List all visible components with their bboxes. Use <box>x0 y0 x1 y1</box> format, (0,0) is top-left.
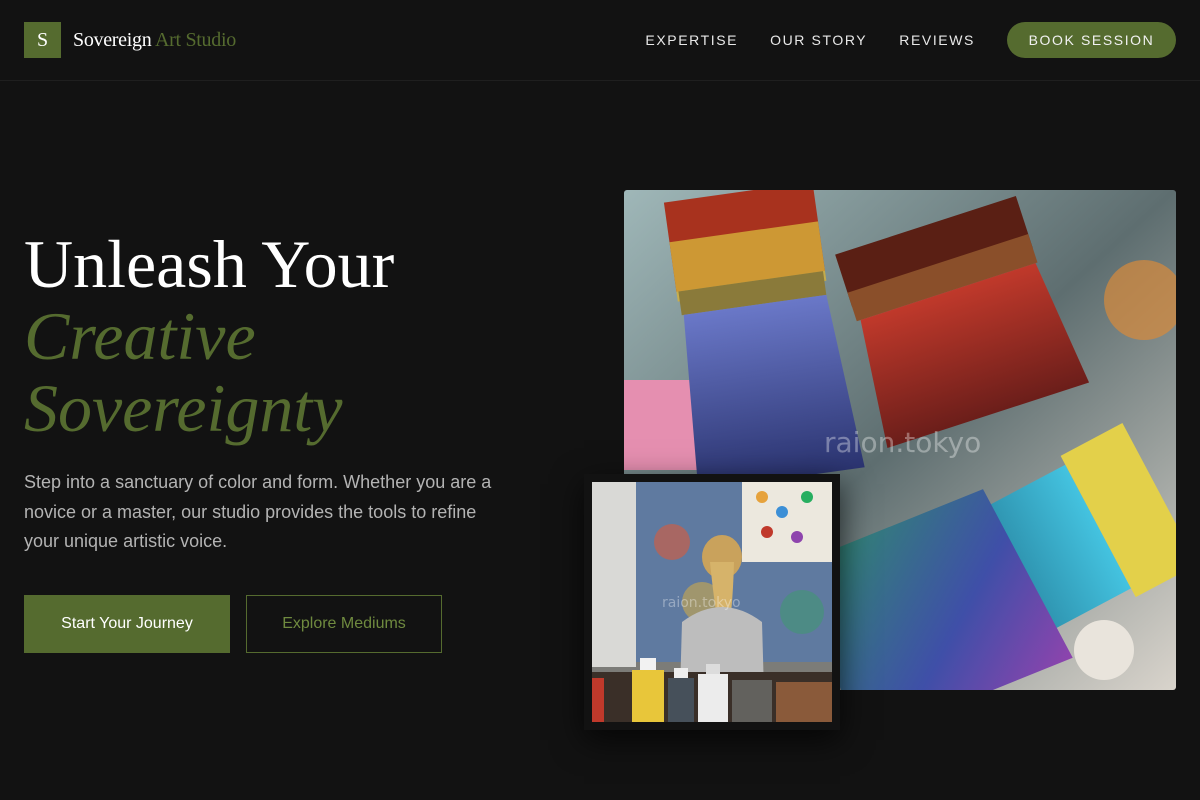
logo-name-primary: Sovereign <box>73 28 152 51</box>
main-image-watermark: raion.tokyo <box>824 426 981 459</box>
hero-title-line1: Unleash Your <box>24 226 395 302</box>
hero-title: Unleash Your Creative Sovereignty <box>24 228 584 444</box>
logo-name-accent: Art Studio <box>155 28 236 51</box>
logo[interactable]: S Sovereign Art Studio <box>24 22 236 58</box>
book-session-button[interactable]: BOOK SESSION <box>1007 22 1176 58</box>
hero-title-line3: Sovereignty <box>24 370 343 446</box>
logo-text: Sovereign Art Studio <box>73 29 236 52</box>
small-image-watermark: raion.tokyo <box>662 595 741 611</box>
child-painting-image: raion.tokyo <box>592 482 832 722</box>
site-header: S Sovereign Art Studio EXPERTISE OUR STO… <box>0 0 1200 81</box>
nav-link-reviews[interactable]: REVIEWS <box>899 32 975 48</box>
logo-mark: S <box>24 22 61 58</box>
hero-title-line2: Creative <box>24 298 256 374</box>
explore-mediums-button[interactable]: Explore Mediums <box>246 595 442 653</box>
start-journey-button[interactable]: Start Your Journey <box>24 595 230 653</box>
nav-link-our-story[interactable]: OUR STORY <box>770 32 867 48</box>
hero-description: Step into a sanctuary of color and form.… <box>24 472 492 551</box>
nav-link-expertise[interactable]: EXPERTISE <box>645 32 738 48</box>
main-nav: EXPERTISE OUR STORY REVIEWS BOOK SESSION <box>645 22 1176 58</box>
studio-photo-frame: raion.tokyo <box>584 474 840 730</box>
